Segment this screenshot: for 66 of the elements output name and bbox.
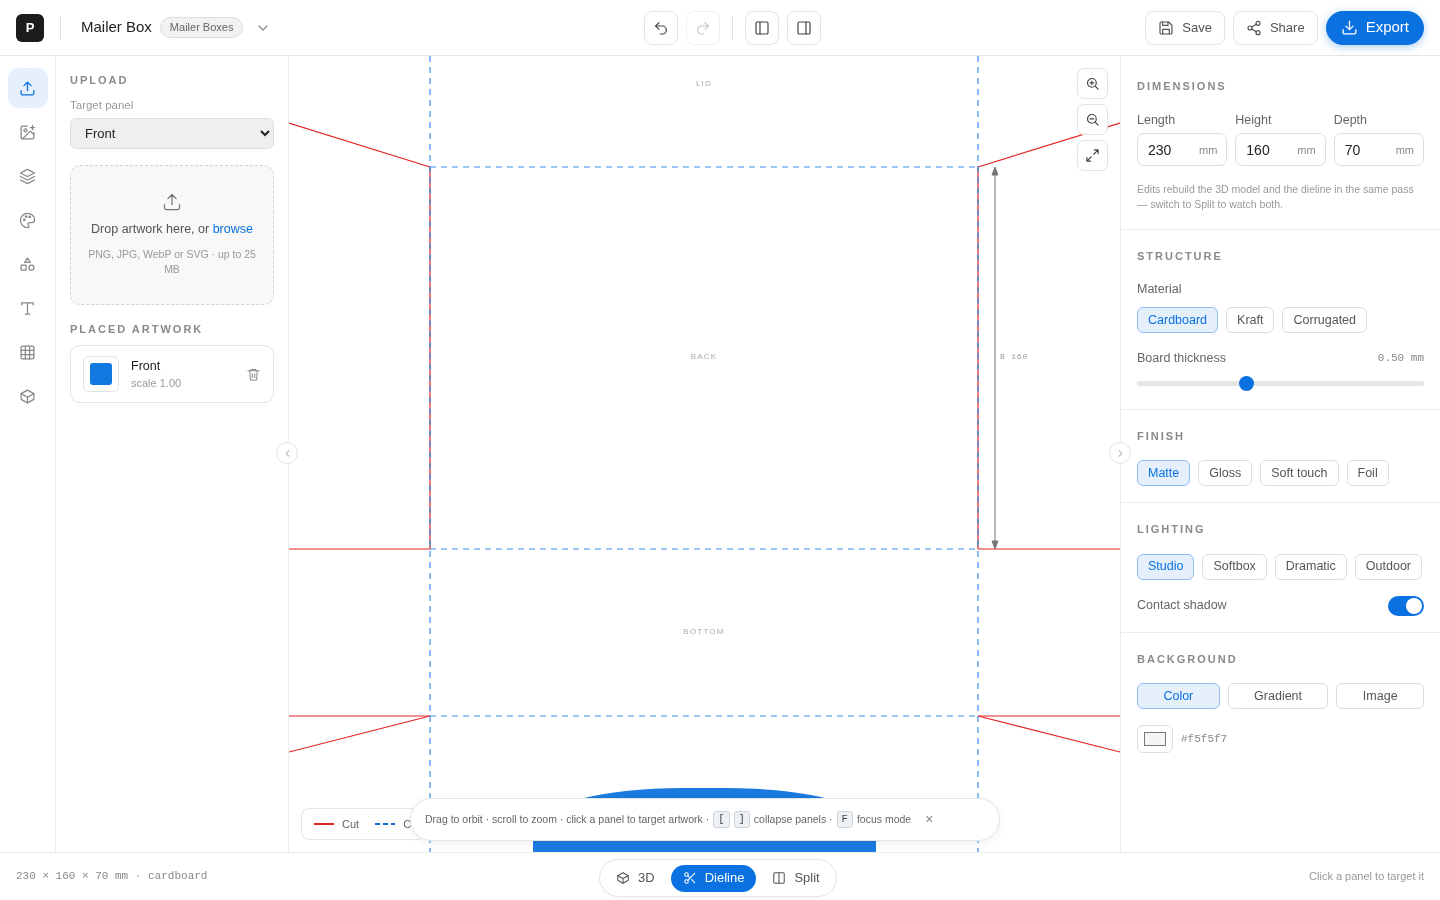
option-button[interactable]: Kraft xyxy=(1226,306,1275,333)
unit-label: mm xyxy=(1297,143,1316,159)
status-hint: Click a panel to target it xyxy=(1309,869,1424,885)
unit-label: mm xyxy=(1199,143,1218,159)
legend-label: C xyxy=(403,816,412,832)
field-label: Height xyxy=(1235,111,1273,129)
help-text: Edits rebuild the 3D model and the dieline in the same pass — switch to Split to watch both. xyxy=(1137,182,1415,213)
option-button[interactable]: Image xyxy=(1336,683,1424,710)
option-button[interactable]: Softbox xyxy=(1202,553,1267,580)
dimension-label: B 160 xyxy=(1000,352,1028,361)
export-button[interactable]: Export xyxy=(1325,10,1424,45)
hint-text: collapse panels · xyxy=(753,811,833,827)
field-label: Material xyxy=(1137,281,1183,299)
section-heading: PLACED ARTWORK xyxy=(70,321,205,337)
artwork-scale: scale 1.00 xyxy=(131,376,182,392)
option-button[interactable]: Gradient xyxy=(1227,683,1329,710)
drop-zone[interactable]: Drop artwork here, or browse PNG, JPG, WebP or SVG · up to 25 MB xyxy=(70,164,274,305)
artwork-card[interactable]: Front scale 1.00 xyxy=(70,345,274,404)
hint-text: focus mode xyxy=(856,811,912,827)
option-button[interactable]: Corrugated xyxy=(1282,306,1368,333)
option-button[interactable]: Foil xyxy=(1346,460,1389,487)
option-button[interactable]: Color xyxy=(1137,683,1220,710)
app-logo: P xyxy=(16,13,44,42)
option-button[interactable]: Studio xyxy=(1137,553,1195,580)
drop-text: Drop artwork here, or browse xyxy=(91,221,253,239)
key-hint: [ xyxy=(713,810,730,829)
key-hint: ] xyxy=(733,810,750,829)
toggle-label: Contact shadow xyxy=(1137,597,1227,615)
section-heading: LIGHTING xyxy=(1137,522,1207,538)
field-label: Depth xyxy=(1333,111,1368,129)
section-heading: UPLOAD xyxy=(70,73,130,88)
option-button[interactable]: Soft touch xyxy=(1260,460,1339,487)
project-title: Mailer Box xyxy=(81,17,152,38)
thickness-reading: 0.50 mm xyxy=(1377,351,1424,367)
target-panel-select[interactable]: Front xyxy=(70,117,274,149)
dimension-summary: 230 × 160 × 70 mm · cardboard xyxy=(16,869,208,885)
option-button[interactable]: Matte xyxy=(1137,460,1191,487)
section-heading: STRUCTURE xyxy=(1137,248,1224,264)
panel-label: LID xyxy=(695,79,713,88)
view-mode-tab[interactable]: 3D xyxy=(604,864,667,892)
unit-label: mm xyxy=(1395,143,1414,159)
field-label: Board thickness xyxy=(1137,349,1226,367)
view-mode-tab[interactable]: Dieline xyxy=(670,864,757,892)
save-button[interactable]: Save xyxy=(1145,10,1225,45)
option-button[interactable]: Dramatic xyxy=(1274,553,1347,580)
option-button[interactable]: Outdoor xyxy=(1354,553,1423,580)
file-hint: PNG, JPG, WebP or SVG · up to 25 MB xyxy=(87,247,257,278)
browse-link[interactable]: browse xyxy=(212,222,253,237)
color-value: #f5f5f7 xyxy=(1181,731,1228,747)
category-tag: Mailer Boxes xyxy=(159,17,244,38)
share-button[interactable]: Share xyxy=(1232,10,1318,45)
section-heading: BACKGROUND xyxy=(1137,651,1239,667)
close-button[interactable]: × xyxy=(915,809,934,830)
section-heading: FINISH xyxy=(1137,428,1187,444)
field-label: Length xyxy=(1137,111,1177,129)
hint-text: Drag to orbit · scroll to zoom · click a panel to target artwork · xyxy=(425,811,710,827)
option-button[interactable]: Cardboard xyxy=(1137,306,1219,333)
key-hint: F xyxy=(836,810,853,829)
artwork-name: Front xyxy=(131,357,162,375)
legend-label: Cut xyxy=(342,816,360,832)
option-button[interactable]: Gloss xyxy=(1198,460,1253,487)
section-heading: DIMENSIONS xyxy=(1137,79,1228,94)
panel-label: BACK xyxy=(690,352,718,361)
panel-label: BOTTOM xyxy=(683,627,725,636)
field-label: Target panel xyxy=(70,97,135,113)
view-mode-tab[interactable]: Split xyxy=(760,864,832,892)
